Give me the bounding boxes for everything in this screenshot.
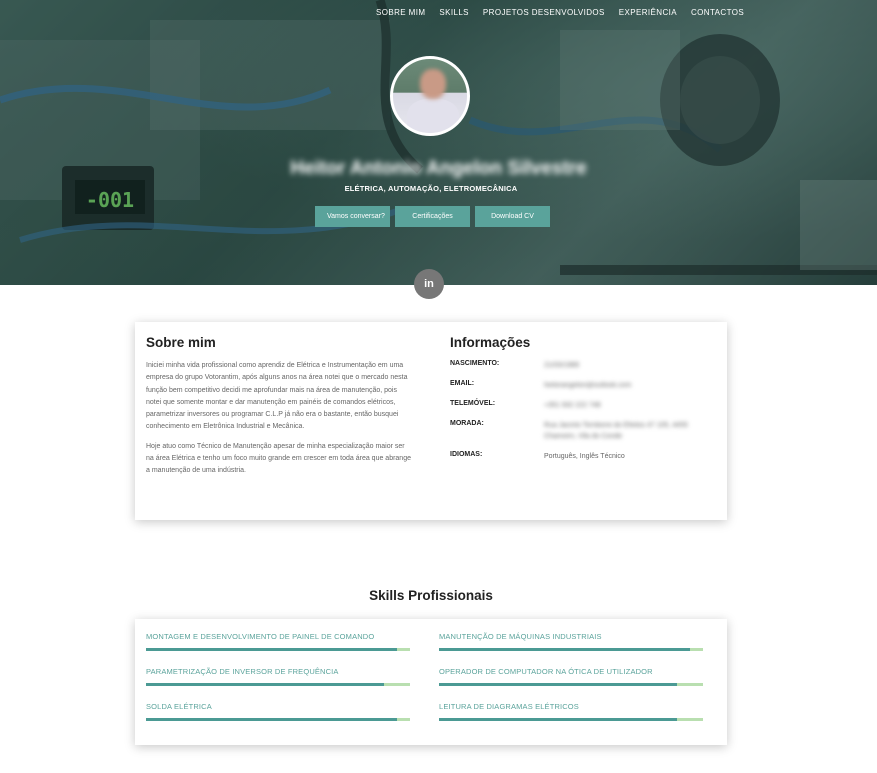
skill-bar <box>146 718 410 721</box>
about-text: Iniciei minha vida profissional como apr… <box>146 360 412 485</box>
skill-bar-fill <box>439 683 677 686</box>
download-cv-button[interactable]: Download CV <box>475 206 550 227</box>
hero-name: Heitor Antonio Angelon Silvestre <box>290 158 587 179</box>
info-label: IDIOMAS: <box>450 451 483 458</box>
info-title: Informações <box>450 335 531 350</box>
skill-bar <box>439 683 703 686</box>
nav-projetos[interactable]: PROJETOS DESENVOLVIDOS <box>483 8 605 17</box>
skill-label: SOLDA ELÉTRICA <box>146 702 212 711</box>
skill-bar-fill <box>146 718 397 721</box>
skills-card: MONTAGEM E DESENVOLVIMENTO DE PAINEL DE … <box>135 619 727 745</box>
skill-label: LEITURA DE DIAGRAMAS ELÉTRICOS <box>439 702 579 711</box>
nav-experiencia[interactable]: EXPERIÊNCIA <box>619 8 677 17</box>
hero-banner: -001 SOBRE MIM SKILLS PROJETOS DESENVOLV… <box>0 0 877 285</box>
skills-title: Skills Profissionais <box>369 588 493 603</box>
skill-label: OPERADOR DE COMPUTADOR NA ÓTICA DE UTILI… <box>439 667 653 676</box>
info-value[interactable]: heitorangelon@outlook.com <box>544 380 689 391</box>
skill-item: MONTAGEM E DESENVOLVIMENTO DE PAINEL DE … <box>146 632 410 651</box>
skill-bar-fill <box>439 718 677 721</box>
main-nav: SOBRE MIM SKILLS PROJETOS DESENVOLVIDOS … <box>376 8 744 17</box>
avatar-face <box>420 69 446 99</box>
hero-button-group: Vamos conversar? Certificações Download … <box>315 206 550 227</box>
about-card: Sobre mim Iniciei minha vida profissiona… <box>135 322 727 520</box>
skill-item: OPERADOR DE COMPUTADOR NA ÓTICA DE UTILI… <box>439 667 703 686</box>
info-label: EMAIL: <box>450 380 475 387</box>
profile-avatar <box>390 56 470 136</box>
nav-sobre-mim[interactable]: SOBRE MIM <box>376 8 425 17</box>
skill-bar <box>439 718 703 721</box>
info-label: NASCIMENTO: <box>450 360 500 367</box>
linkedin-icon[interactable]: in <box>414 269 444 299</box>
about-title: Sobre mim <box>146 335 216 350</box>
hero-overlay <box>0 0 877 285</box>
info-value: Português, Inglês Técnico <box>544 453 625 460</box>
skill-item: PARAMETRIZAÇÃO DE INVERSOR DE FREQUÊNCIA <box>146 667 410 686</box>
skill-label: PARAMETRIZAÇÃO DE INVERSOR DE FREQUÊNCIA <box>146 667 339 676</box>
skill-bar-fill <box>439 648 690 651</box>
info-value: 21/03/1989 <box>544 362 580 369</box>
skill-item: MANUTENÇÃO DE MÁQUINAS INDUSTRIAIS <box>439 632 703 651</box>
skill-bar <box>146 683 410 686</box>
skill-label: MONTAGEM E DESENVOLVIMENTO DE PAINEL DE … <box>146 632 375 641</box>
avatar-shirt <box>407 99 459 133</box>
certifications-button[interactable]: Certificações <box>395 206 470 227</box>
info-label: TELEMÓVEL: <box>450 400 496 407</box>
skill-bar <box>439 648 703 651</box>
info-value: Rua Jacinto Tornbone do Efeitos 47 105, … <box>544 422 688 440</box>
nav-skills[interactable]: SKILLS <box>439 8 469 17</box>
hero-subtitle: ELÉTRICA, AUTOMAÇÃO, ELETROMECÂNICA <box>344 184 518 193</box>
about-paragraph: Hoje atuo como Técnico de Manutenção ape… <box>146 442 411 475</box>
skill-bar-fill <box>146 683 384 686</box>
skill-item: SOLDA ELÉTRICA <box>146 702 410 721</box>
info-label: MORADA: <box>450 420 484 427</box>
skill-bar <box>146 648 410 651</box>
lets-talk-button[interactable]: Vamos conversar? <box>315 206 390 227</box>
info-value[interactable]: +351 932 222 748 <box>544 400 689 411</box>
skill-item: LEITURA DE DIAGRAMAS ELÉTRICOS <box>439 702 703 721</box>
about-paragraph: Iniciei minha vida profissional como apr… <box>146 362 408 431</box>
skill-label: MANUTENÇÃO DE MÁQUINAS INDUSTRIAIS <box>439 632 602 641</box>
nav-contactos[interactable]: CONTACTOS <box>691 8 744 17</box>
skill-bar-fill <box>146 648 397 651</box>
